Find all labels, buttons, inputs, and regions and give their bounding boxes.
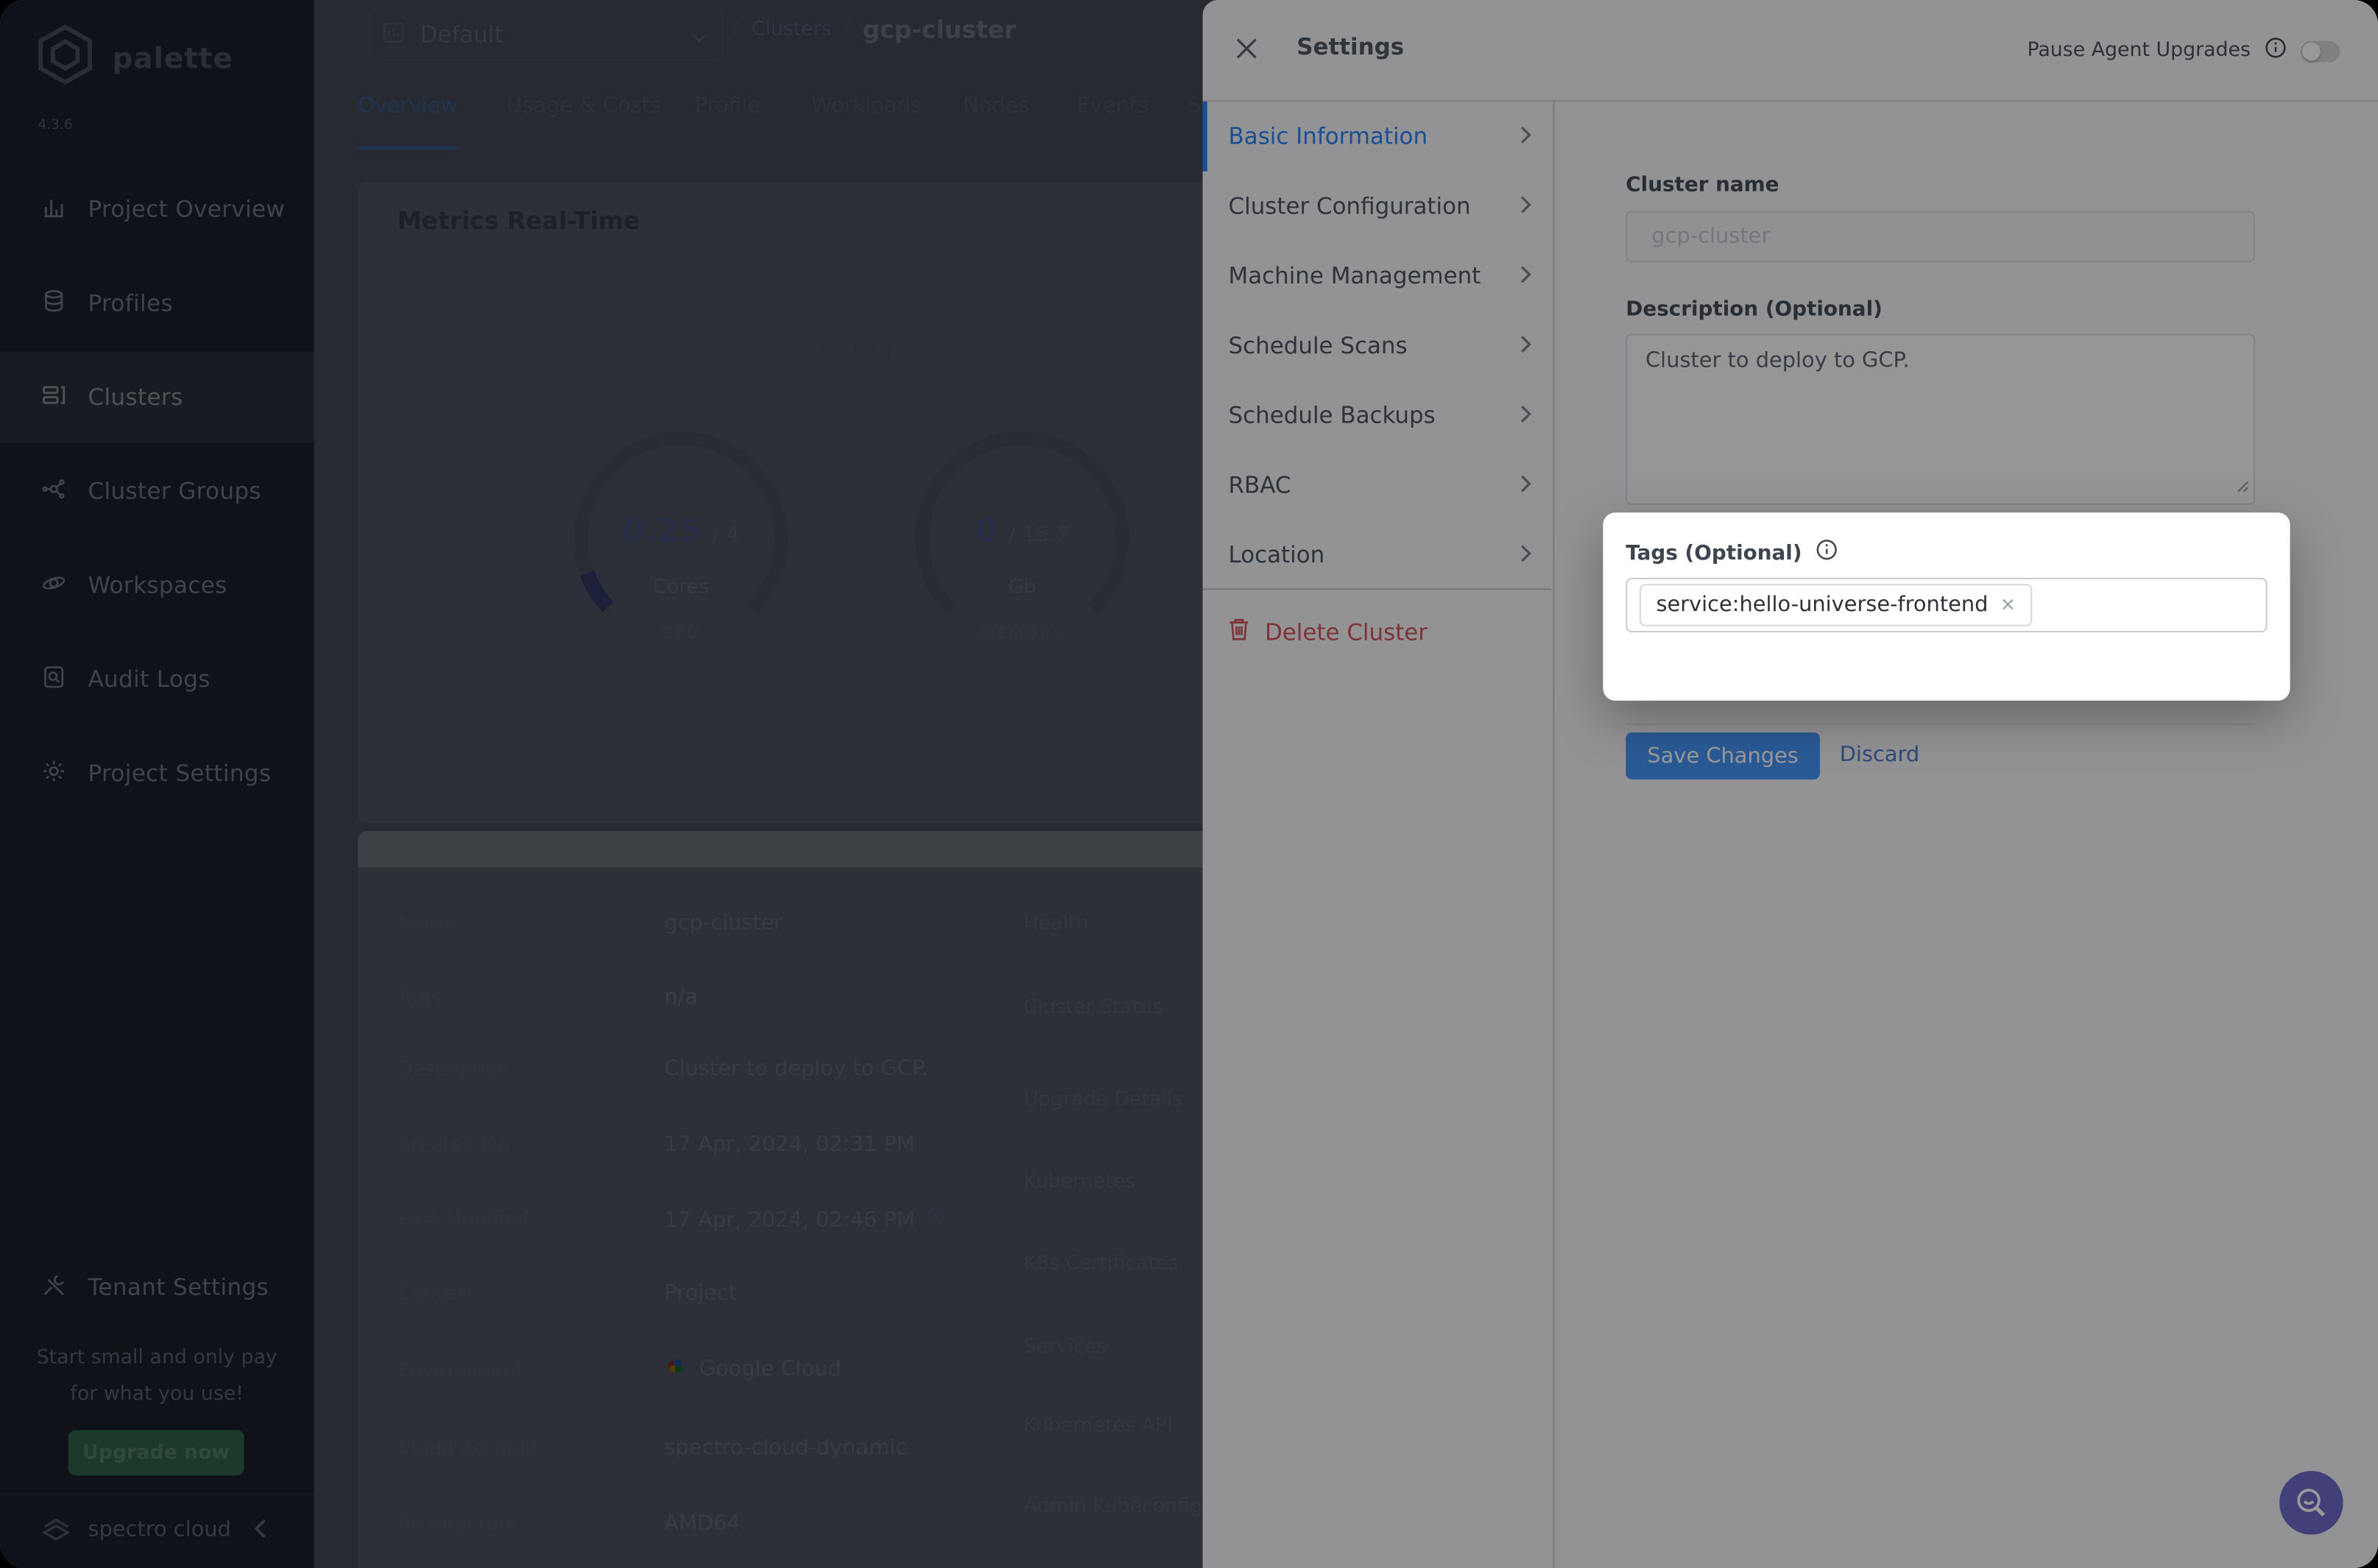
remove-tag-icon[interactable]: ✕ [2000,595,2016,616]
tags-spotlight-card: Tags (Optional) service:hello-universe-f… [1603,512,2290,700]
tags-input[interactable]: service:hello-universe-frontend ✕ [1626,578,2267,632]
app-window: palette 4.3.6 Project Overview Profiles … [0,0,2378,1568]
tags-label: Tags (Optional) [1626,540,1802,565]
spotlight-overlay [0,0,2378,1568]
tag-chip-label: service:hello-universe-frontend [1656,593,1988,617]
screen: palette 4.3.6 Project Overview Profiles … [0,0,2378,1568]
tag-chip: service:hello-universe-frontend ✕ [1640,584,2033,626]
info-icon[interactable] [1816,538,1838,567]
